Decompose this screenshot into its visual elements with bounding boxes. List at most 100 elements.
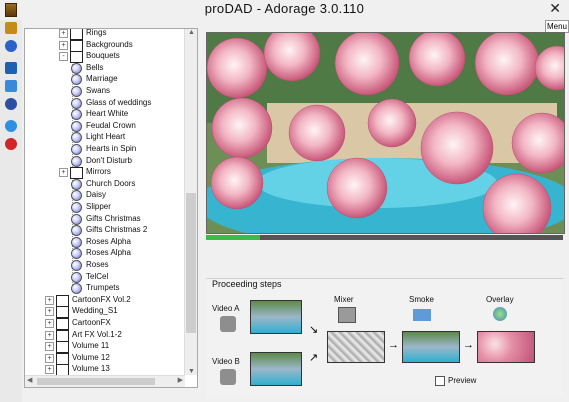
tree-item[interactable]: Slipper (71, 201, 111, 213)
tree-item[interactable]: Roses Alpha (71, 247, 131, 260)
tree-item-label: Hearts in Spin (86, 144, 137, 153)
tree-item[interactable]: - Bouquets (59, 50, 120, 64)
tree-item[interactable]: Bells (71, 62, 103, 74)
expander-icon[interactable]: + (45, 295, 54, 305)
overlay-icon (493, 307, 507, 321)
effects-tree[interactable]: + Rings + Backgrounds - Bouquets Bells Marriage… (24, 28, 198, 388)
wizard-icon[interactable] (5, 80, 17, 92)
effect-disc-icon (71, 178, 82, 190)
close-button[interactable]: ✕ (549, 0, 561, 17)
overlay-thumbnail[interactable] (477, 331, 535, 363)
globe-icon[interactable] (5, 120, 17, 132)
expander-icon[interactable]: + (59, 40, 68, 50)
tree-item-label: Don't Disturb (86, 155, 132, 165)
tree-item-label: TelCel (86, 271, 109, 281)
expander-icon[interactable]: + (45, 330, 54, 340)
tree-item[interactable]: + Volume 11 (45, 340, 109, 354)
tree-item[interactable]: Swans (71, 85, 110, 97)
tree-item-label: Rings (86, 28, 107, 37)
tree-item[interactable]: Roses (71, 259, 109, 271)
tree-item[interactable]: + Volume 12 (45, 352, 110, 365)
tree-item-label: Wedding_S1 (72, 306, 118, 316)
mixer-label: Mixer (334, 295, 354, 304)
tree-item-label: Mirrors (86, 167, 111, 177)
tree-vertical-scrollbar[interactable]: ▲ ▼ (184, 29, 197, 375)
expander-icon[interactable]: + (45, 353, 54, 363)
film-icon (220, 316, 236, 332)
tree-item[interactable]: TelCel (71, 271, 108, 283)
arrow-icon: → (463, 339, 474, 351)
tree-item-label: Swans (86, 86, 111, 95)
scrollbar-thumb[interactable] (186, 193, 196, 333)
preview-checkbox[interactable] (435, 376, 445, 386)
tree-item[interactable]: Hearts in Spin (71, 143, 136, 155)
tree-item-label: Daisy (86, 190, 107, 200)
tree-item-label: CartoonFX Vol.2 (72, 294, 131, 304)
arrow-icon: → (388, 339, 399, 351)
effect-disc-icon (71, 109, 82, 121)
expander-icon[interactable]: + (59, 168, 68, 178)
effect-disc-icon (71, 260, 82, 271)
expander-icon[interactable]: + (45, 319, 54, 328)
video-a-thumbnail[interactable] (250, 300, 302, 334)
scrollbar-thumb[interactable] (37, 378, 155, 385)
smoke-thumbnail[interactable] (402, 331, 460, 363)
help-icon[interactable] (5, 40, 17, 52)
expander-icon[interactable]: + (45, 342, 54, 352)
proceeding-steps-panel: Proceeding steps Video A Video B ↘ ↗ Mix… (206, 278, 563, 397)
tree-item[interactable]: + CartoonFX (45, 317, 111, 330)
app-logo-icon (5, 22, 17, 34)
tree-item[interactable]: Daisy (71, 189, 107, 202)
tree-item[interactable]: + Rings (59, 28, 107, 40)
tree-item[interactable]: + Backgrounds (59, 39, 133, 52)
mixer-thumbnail[interactable] (327, 331, 385, 363)
tree-item[interactable]: Church Doors (71, 178, 135, 190)
tree-item-label: Bells (86, 62, 104, 72)
tree-item[interactable]: + Mirrors (59, 166, 111, 180)
video-b-thumbnail[interactable] (250, 352, 302, 386)
expander-icon[interactable]: - (59, 52, 68, 62)
tree-item[interactable]: Gifts Christmas (71, 213, 141, 225)
effect-disc-icon (71, 236, 82, 248)
tree-item[interactable]: + Volume 13 (45, 363, 110, 377)
effect-disc-icon (71, 213, 82, 225)
tree-item[interactable]: Marriage (71, 73, 118, 86)
expander-icon[interactable]: + (45, 307, 54, 317)
tree-item-label: Volume 13 (72, 364, 110, 374)
effect-disc-icon (71, 74, 82, 86)
tree-item[interactable]: Glass of weddings (71, 97, 151, 109)
tree-item[interactable]: Light Heart (71, 131, 125, 144)
record-icon[interactable] (5, 138, 17, 150)
effect-disc-icon (71, 283, 82, 295)
tree-item-label: Heart White (86, 109, 129, 119)
video-a-label: Video A (212, 304, 240, 313)
tree-item[interactable]: Heart White (71, 108, 129, 121)
monitor-icon[interactable] (5, 62, 17, 74)
timeline-bar[interactable] (206, 235, 563, 240)
tree-item[interactable]: + CartoonFX Vol.2 (45, 294, 131, 307)
tree-item[interactable]: + Art FX Vol.1-2 (45, 329, 122, 342)
settings-icon[interactable] (5, 98, 17, 110)
tree-item[interactable]: Roses Alpha (71, 236, 131, 248)
tree-item-label: Trumpets (86, 283, 120, 293)
smoke-label: Smoke (409, 295, 434, 304)
tree-item-label: Slipper (86, 202, 111, 211)
arrow-icon: ↘ (309, 324, 319, 336)
effect-disc-icon (71, 155, 82, 167)
expander-icon[interactable]: + (45, 365, 54, 375)
tree-item[interactable]: Feudal Crown (71, 120, 136, 132)
preview-checkbox-label: Preview (448, 376, 477, 385)
tree-horizontal-scrollbar[interactable]: ◀ ▶ (25, 375, 185, 387)
tree-item-label: Roses (86, 260, 109, 269)
tree-item-label: Church Doors (86, 178, 136, 188)
tree-item[interactable]: Gifts Christmas 2 (71, 224, 147, 237)
expander-icon[interactable]: + (59, 29, 68, 38)
video-preview[interactable] (206, 32, 565, 234)
film-icon (220, 369, 236, 385)
effect-disc-icon (71, 97, 82, 109)
effect-disc-icon (71, 202, 82, 213)
tree-item[interactable]: Don't Disturb (71, 155, 132, 167)
tree-item[interactable]: + Wedding_S1 (45, 305, 118, 319)
tree-item[interactable]: Trumpets (71, 282, 120, 295)
tree-item-label: Roses Alpha (86, 236, 131, 246)
